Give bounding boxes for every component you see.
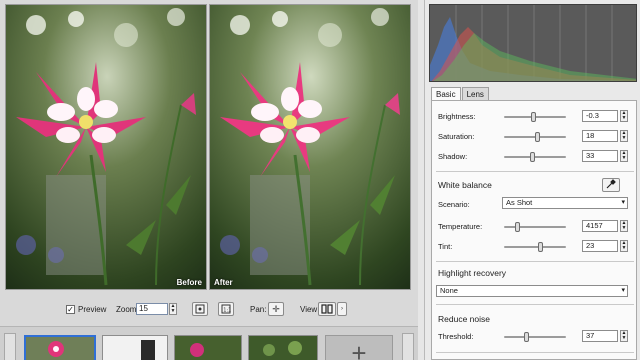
brightness-row: Brightness: -0.3 ▲ ▼ xyxy=(432,108,638,124)
brightness-slider-handle[interactable] xyxy=(531,112,536,122)
shadow-slider-handle[interactable] xyxy=(530,152,535,162)
saturation-slider-handle[interactable] xyxy=(535,132,540,142)
saturation-slider[interactable] xyxy=(504,132,566,142)
temperature-slider-handle[interactable] xyxy=(515,222,520,232)
filmstrip-prev-button[interactable] xyxy=(4,333,16,360)
filmstrip-next-button[interactable] xyxy=(402,333,414,360)
saturation-row: Saturation: 18 ▲ ▼ xyxy=(432,128,638,144)
zoom-fit-button[interactable] xyxy=(192,302,208,316)
shadow-input[interactable]: 33 xyxy=(582,150,618,162)
tint-input[interactable]: 23 xyxy=(582,240,618,252)
before-preview-image[interactable]: Before xyxy=(5,4,207,290)
shadow-label: Shadow: xyxy=(438,152,468,161)
zoom-actual-button[interactable]: 1:1 xyxy=(218,302,234,316)
brightness-input[interactable]: -0.3 xyxy=(582,110,618,122)
brightness-label: Brightness: xyxy=(438,112,476,121)
filmstrip-thumb-3[interactable] xyxy=(174,335,242,360)
chevron-down-icon: ▾ xyxy=(621,199,625,206)
tint-slider-handle[interactable] xyxy=(538,242,543,252)
temperature-stepper[interactable]: ▲ ▼ xyxy=(620,220,628,232)
tint-slider[interactable] xyxy=(504,242,566,252)
tab-lens[interactable]: Lens xyxy=(461,87,489,101)
adjustments-panel: Basic Lens Brightness: -0.3 ▲ ▼ Saturatio… xyxy=(424,0,640,360)
chevron-right-icon: › xyxy=(341,306,343,312)
saturation-input[interactable]: 18 xyxy=(582,130,618,142)
before-label: Before xyxy=(176,278,202,287)
temperature-label: Temperature: xyxy=(438,222,483,231)
highlight-recovery-select[interactable]: None ▾ xyxy=(436,285,628,297)
saturation-stepper[interactable]: ▲ ▼ xyxy=(620,130,628,142)
adjustment-tabs: Basic Lens xyxy=(431,87,490,101)
preview-checkbox[interactable]: ✓ xyxy=(66,305,75,314)
scenario-value: As Shot xyxy=(506,198,533,207)
brightness-slider[interactable] xyxy=(504,112,566,122)
histogram xyxy=(429,4,637,82)
scenario-select[interactable]: As Shot ▾ xyxy=(502,197,628,209)
threshold-input[interactable]: 37 xyxy=(582,330,618,342)
divider xyxy=(436,352,634,353)
raw-editor-window: Before After ✓ Preview Zoom: 15 ▲ ▼ 1:1 … xyxy=(0,0,640,360)
actual-size-icon: 1:1 xyxy=(221,304,231,314)
threshold-label: Threshold: xyxy=(438,332,474,341)
zoom-input[interactable]: 15 xyxy=(136,303,168,315)
pan-button[interactable]: ✛ xyxy=(268,302,284,316)
tint-label: Tint: xyxy=(438,242,453,251)
shadow-row: Shadow: 33 ▲ ▼ xyxy=(432,148,638,164)
saturation-label: Saturation: xyxy=(438,132,475,141)
view-label: View: xyxy=(300,305,320,314)
divider xyxy=(436,304,634,305)
filmstrip-thumb-4[interactable] xyxy=(248,335,318,360)
pan-label: Pan: xyxy=(250,305,267,314)
filmstrip: + xyxy=(0,326,418,360)
after-label: After xyxy=(214,278,233,287)
move-icon: ✛ xyxy=(272,303,280,314)
white-balance-picker-button[interactable] xyxy=(602,178,620,192)
basic-tab-content: Brightness: -0.3 ▲ ▼ Saturation: 18 ▲ ▼ Sh… xyxy=(431,100,637,360)
temperature-input[interactable]: 4157 xyxy=(582,220,618,232)
filmstrip-thumb-1[interactable] xyxy=(24,335,96,360)
chevron-down-icon: ▾ xyxy=(621,287,625,294)
tint-stepper[interactable]: ▲ ▼ xyxy=(620,240,628,252)
split-view-icon xyxy=(321,304,333,314)
reduce-noise-title: Reduce noise xyxy=(438,314,490,324)
threshold-row: Threshold: 37 ▲ ▼ xyxy=(432,328,638,344)
threshold-stepper[interactable]: ▲ ▼ xyxy=(620,330,628,342)
preview-panel: Before After ✓ Preview Zoom: 15 ▲ ▼ 1:1 … xyxy=(0,0,418,360)
eyedropper-icon xyxy=(606,179,616,189)
tab-basic[interactable]: Basic xyxy=(431,87,461,101)
filmstrip-thumb-2[interactable] xyxy=(102,335,168,360)
plus-icon: + xyxy=(351,338,367,360)
threshold-slider-handle[interactable] xyxy=(524,332,529,342)
divider xyxy=(436,171,634,172)
highlight-recovery-value: None xyxy=(440,286,458,295)
split-view-button[interactable] xyxy=(318,302,336,316)
scenario-row: Scenario: As Shot ▾ xyxy=(432,196,638,212)
shadow-stepper[interactable]: ▲ ▼ xyxy=(620,150,628,162)
view-options-button[interactable]: › xyxy=(337,302,347,316)
preview-label: Preview xyxy=(78,305,107,314)
brightness-stepper[interactable]: ▲ ▼ xyxy=(620,110,628,122)
temperature-slider[interactable] xyxy=(504,222,566,232)
tint-row: Tint: 23 ▲ ▼ xyxy=(432,238,638,254)
white-balance-title: White balance xyxy=(438,180,492,190)
highlight-recovery-title: Highlight recovery xyxy=(438,268,507,278)
histogram-chart xyxy=(430,5,636,81)
threshold-slider[interactable] xyxy=(504,332,566,342)
temperature-row: Temperature: 4157 ▲ ▼ xyxy=(432,218,638,234)
fit-icon xyxy=(195,304,205,314)
svg-text:1:1: 1:1 xyxy=(223,308,231,314)
preview-toolbar: ✓ Preview Zoom: 15 ▲ ▼ 1:1 Pan: ✛ View: › xyxy=(0,296,418,322)
divider xyxy=(436,261,634,262)
zoom-stepper[interactable]: ▲ ▼ xyxy=(169,303,177,315)
after-preview-image[interactable]: After xyxy=(209,4,411,290)
scenario-label: Scenario: xyxy=(438,200,470,209)
add-image-button[interactable]: + xyxy=(325,335,393,360)
shadow-slider[interactable] xyxy=(504,152,566,162)
